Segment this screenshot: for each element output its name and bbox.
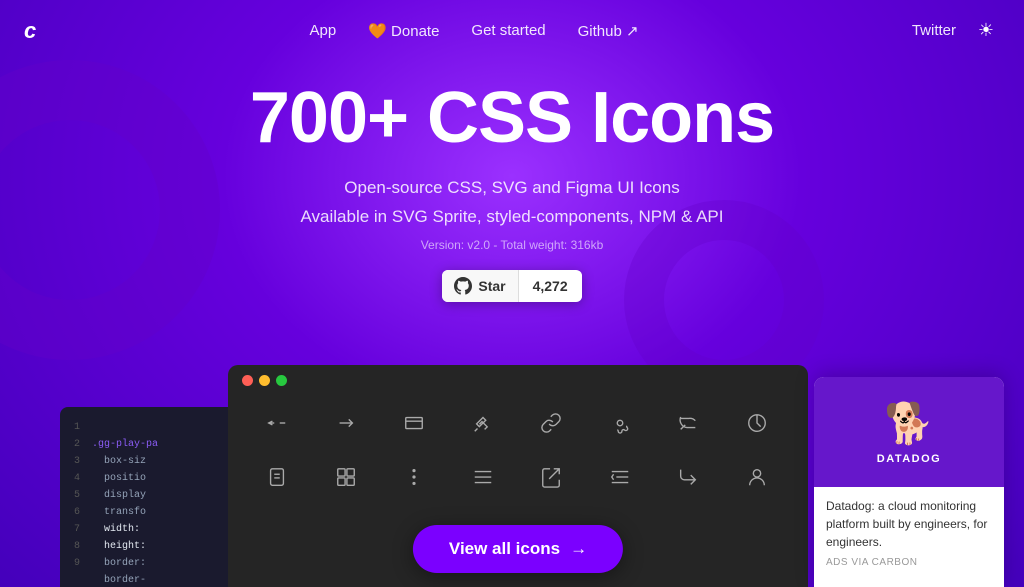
- dot-yellow: [259, 375, 270, 386]
- arrow-icon: →: [570, 539, 587, 559]
- nav-donate[interactable]: 🧡 Donate: [368, 22, 439, 40]
- icon-cell: [313, 396, 379, 450]
- star-btn-label: Star: [442, 270, 518, 302]
- star-label: Star: [478, 278, 505, 294]
- icon-cell: [450, 396, 516, 450]
- dot-red: [242, 375, 253, 386]
- panel-dots: [228, 365, 808, 396]
- ad-card-header: 🐕 DATADOG: [814, 377, 1004, 487]
- nav-twitter[interactable]: Twitter: [912, 22, 956, 39]
- ad-via: ADS VIA CARBON: [826, 557, 992, 568]
- icon-cell: [518, 450, 584, 504]
- icon-cell: [518, 396, 584, 450]
- datadog-icon: 🐕: [884, 400, 934, 447]
- navbar: c App 🧡 Donate Get started Github ↗ Twit…: [0, 0, 1024, 61]
- nav-links: App 🧡 Donate Get started Github ↗: [310, 22, 639, 40]
- icon-cell: [381, 450, 447, 504]
- nav-github[interactable]: Github ↗: [578, 22, 639, 40]
- line-numbers: 123456789: [60, 407, 88, 587]
- bottom-section: 123456789 .gg-play-pa box-siz positio di…: [0, 357, 1024, 587]
- icon-cell: [244, 450, 310, 504]
- ad-card-body: Datadog: a cloud monitoring platform bui…: [814, 487, 1004, 578]
- github-star-button[interactable]: Star 4,272: [442, 270, 581, 302]
- nav-app[interactable]: App: [310, 22, 337, 39]
- icon-cell: [587, 396, 653, 450]
- ad-text: Datadog: a cloud monitoring platform bui…: [826, 497, 992, 551]
- icon-cell: [381, 396, 447, 450]
- view-all-icons-button[interactable]: View all icons →: [413, 525, 623, 573]
- icon-cell: [313, 450, 379, 504]
- logo[interactable]: c: [24, 18, 36, 44]
- github-icon: [454, 277, 472, 295]
- ad-card[interactable]: 🐕 DATADOG Datadog: a cloud monitoring pl…: [814, 377, 1004, 587]
- hero-subtitle-line2: Available in SVG Sprite, styled-componen…: [0, 203, 1024, 232]
- icon-cell: [587, 450, 653, 504]
- icon-cell: [724, 396, 790, 450]
- code-content: .gg-play-pa box-siz positio display tran…: [88, 407, 162, 587]
- hero-section: 700+ CSS Icons Open-source CSS, SVG and …: [0, 61, 1024, 302]
- nav-right: Twitter ☀: [912, 17, 1000, 45]
- hero-title: 700+ CSS Icons: [0, 79, 1024, 158]
- hero-version: Version: v2.0 - Total weight: 316kb: [0, 238, 1024, 252]
- dot-green: [276, 375, 287, 386]
- icons-grid: [228, 396, 808, 504]
- icon-cell: [724, 450, 790, 504]
- theme-toggle-button[interactable]: ☀: [972, 17, 1000, 45]
- icon-cell: [244, 396, 310, 450]
- nav-get-started[interactable]: Get started: [471, 22, 545, 39]
- ad-brand: DATADOG: [877, 453, 941, 465]
- icons-panel: View all icons →: [228, 365, 808, 587]
- hero-subtitle-line1: Open-source CSS, SVG and Figma UI Icons: [0, 174, 1024, 203]
- star-count: 4,272: [519, 271, 582, 301]
- icon-cell: [655, 396, 721, 450]
- icon-cell: [450, 450, 516, 504]
- icon-cell: [655, 450, 721, 504]
- view-all-label: View all icons: [449, 539, 560, 559]
